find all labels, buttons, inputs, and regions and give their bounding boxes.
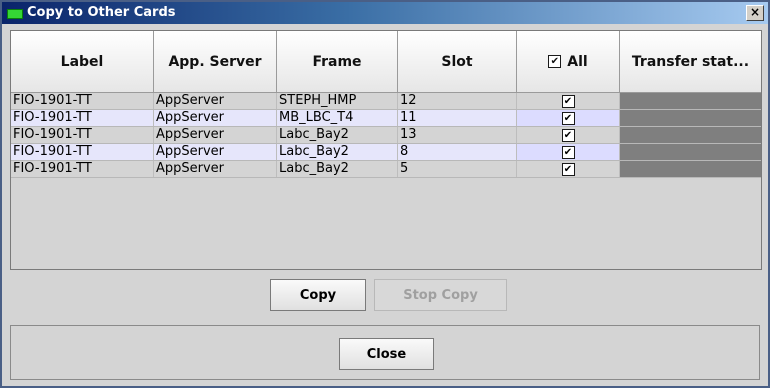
row-checkbox[interactable]: ✔ — [561, 112, 575, 125]
cell-frame: MB_LBC_T4 — [277, 110, 398, 126]
cell-include: ✔ — [517, 144, 620, 160]
cell-include: ✔ — [517, 161, 620, 177]
cell-label: FIO-1901-TT — [11, 161, 154, 177]
table-row[interactable]: FIO-1901-TT AppServer Labc_Bay2 5 ✔ — [11, 161, 761, 178]
cell-frame: Labc_Bay2 — [277, 161, 398, 177]
cell-app-server: AppServer — [154, 144, 277, 160]
cell-include: ✔ — [517, 93, 620, 109]
window-app-icon — [7, 9, 23, 19]
cell-slot: 5 — [398, 161, 517, 177]
row-checkbox[interactable]: ✔ — [561, 146, 575, 159]
table-row[interactable]: FIO-1901-TT AppServer MB_LBC_T4 11 ✔ — [11, 110, 761, 127]
cell-transfer-status — [620, 144, 761, 160]
action-buttons: Copy Stop Copy — [10, 271, 760, 321]
cell-slot: 12 — [398, 93, 517, 109]
table-row[interactable]: FIO-1901-TT AppServer Labc_Bay2 13 ✔ — [11, 127, 761, 144]
cell-slot: 11 — [398, 110, 517, 126]
select-all-checkbox[interactable]: ✔ — [548, 55, 562, 68]
table-row[interactable]: FIO-1901-TT AppServer Labc_Bay2 8 ✔ — [11, 144, 761, 161]
title-bar[interactable]: Copy to Other Cards × — [2, 2, 768, 24]
cell-slot: 13 — [398, 127, 517, 143]
copy-dialog: Copy to Other Cards × Label App. Server … — [0, 0, 770, 388]
cell-transfer-status — [620, 93, 761, 109]
column-header-transfer-status[interactable]: Transfer stat... — [620, 31, 761, 93]
cell-label: FIO-1901-TT — [11, 144, 154, 160]
cell-app-server: AppServer — [154, 161, 277, 177]
cell-app-server: AppServer — [154, 93, 277, 109]
cell-label: FIO-1901-TT — [11, 93, 154, 109]
cell-transfer-status — [620, 161, 761, 177]
table-row[interactable]: FIO-1901-TT AppServer STEPH_HMP 12 ✔ — [11, 93, 761, 110]
close-button[interactable]: Close — [339, 338, 434, 370]
cards-table: Label App. Server Frame Slot ✔ All Trans… — [10, 30, 762, 270]
window-title: Copy to Other Cards — [27, 5, 176, 20]
row-checkbox[interactable]: ✔ — [561, 95, 575, 108]
bottom-panel: Close — [10, 325, 760, 380]
cell-frame: Labc_Bay2 — [277, 144, 398, 160]
cell-transfer-status — [620, 127, 761, 143]
column-header-app-server[interactable]: App. Server — [154, 31, 277, 93]
cell-app-server: AppServer — [154, 127, 277, 143]
cell-app-server: AppServer — [154, 110, 277, 126]
cell-frame: Labc_Bay2 — [277, 127, 398, 143]
cell-transfer-status — [620, 110, 761, 126]
column-header-slot[interactable]: Slot — [398, 31, 517, 93]
cell-label: FIO-1901-TT — [11, 110, 154, 126]
row-checkbox[interactable]: ✔ — [561, 129, 575, 142]
close-window-icon[interactable]: × — [746, 5, 764, 21]
copy-button[interactable]: Copy — [270, 279, 366, 311]
column-header-label[interactable]: Label — [11, 31, 154, 93]
row-checkbox[interactable]: ✔ — [561, 163, 575, 176]
cell-label: FIO-1901-TT — [11, 127, 154, 143]
cell-frame: STEPH_HMP — [277, 93, 398, 109]
cell-slot: 8 — [398, 144, 517, 160]
cell-include: ✔ — [517, 110, 620, 126]
column-header-frame[interactable]: Frame — [277, 31, 398, 93]
cell-include: ✔ — [517, 127, 620, 143]
stop-copy-button[interactable]: Stop Copy — [374, 279, 507, 311]
column-header-all[interactable]: ✔ All — [517, 31, 620, 93]
